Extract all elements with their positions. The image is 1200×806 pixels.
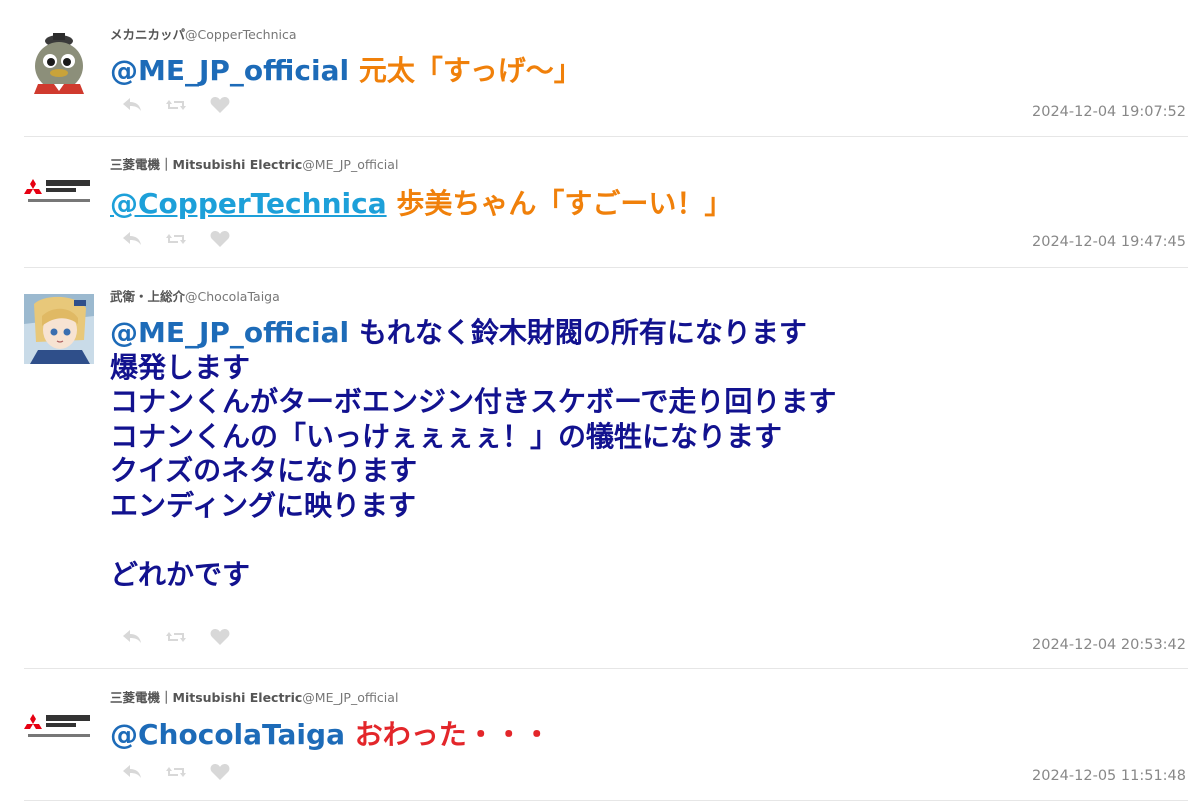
retweet-icon[interactable]: [164, 628, 188, 646]
tweet-line: コナンくんの「いっけぇぇぇぇ！」の犠牲になります: [110, 419, 783, 453]
tweet-line: コナンくんがターボエンジン付きスケボーで走り回ります: [110, 385, 837, 418]
heart-icon[interactable]: [208, 230, 232, 248]
display-name: 三菱電機｜Mitsubishi Electric: [110, 157, 303, 172]
tweet-body: おわった・・・: [344, 718, 551, 751]
reply-icon[interactable]: [120, 96, 144, 114]
reply-icon[interactable]: [120, 230, 144, 248]
tweet: メカニカッパ@CopperTechnica @ME_JP_official 元太…: [24, 0, 1188, 137]
display-name: 三菱電機｜Mitsubishi Electric: [110, 690, 303, 705]
timestamp[interactable]: 2024-12-04 19:47:45: [1032, 234, 1186, 250]
mention-link[interactable]: @ME_JP_official: [110, 316, 349, 349]
timestamp[interactable]: 2024-12-04 20:53:42: [1032, 637, 1186, 653]
tweet-line: エンディングに映ります: [110, 488, 417, 522]
retweet-icon[interactable]: [164, 96, 188, 114]
tweet-line: クイズのネタになります: [110, 454, 418, 487]
reply-icon[interactable]: [120, 628, 144, 646]
tweet-body: 元太「すっげ〜」: [349, 54, 582, 87]
tweet-text: @ChocolaTaiga おわった・・・: [110, 718, 551, 753]
avatar-mitsubishi-logo[interactable]: [24, 177, 94, 209]
avatar-mitsubishi-logo[interactable]: [24, 712, 94, 744]
screen-name: @ME_JP_official: [302, 690, 399, 705]
tweet-actions: [120, 96, 232, 114]
tweet: 武衛・上総介@ChocolaTaiga @ME_JP_official もれなく…: [24, 268, 1188, 669]
reply-icon[interactable]: [120, 763, 144, 781]
timestamp[interactable]: 2024-12-05 11:51:48: [1032, 768, 1186, 784]
screen-name: @CopperTechnica: [185, 27, 297, 42]
screen-name: @ME_JP_official: [302, 157, 399, 172]
retweet-icon[interactable]: [164, 763, 188, 781]
tweet-actions: [120, 230, 232, 248]
mention-link[interactable]: @CopperTechnica: [110, 187, 387, 220]
tweet-author[interactable]: 三菱電機｜Mitsubishi Electric@ME_JP_official: [110, 687, 398, 706]
tweet-text: @ME_JP_official 元太「すっげ〜」: [110, 54, 582, 89]
tweet-author[interactable]: 武衛・上総介@ChocolaTaiga: [110, 286, 280, 305]
tweet-line: [110, 523, 836, 558]
heart-icon[interactable]: [208, 96, 232, 114]
display-name: 武衛・上総介: [110, 289, 186, 304]
heart-icon[interactable]: [208, 628, 232, 646]
mention-link[interactable]: @ME_JP_official: [110, 54, 349, 87]
tweet-text: @ME_JP_official もれなく鈴木財閥の所有になります 爆発します コ…: [110, 316, 836, 592]
tweet-line: @ME_JP_official もれなく鈴木財閥の所有になります: [110, 316, 836, 351]
tweet-text: @CopperTechnica 歩美ちゃん「すごーい！」: [110, 187, 732, 222]
tweet: 三菱電機｜Mitsubishi Electric@ME_JP_official …: [24, 669, 1188, 801]
heart-icon[interactable]: [208, 763, 232, 781]
mention-link[interactable]: @ChocolaTaiga: [110, 718, 345, 751]
tweet-line: 爆発します: [110, 350, 251, 384]
tweet-author[interactable]: メカニカッパ@CopperTechnica: [110, 24, 297, 43]
avatar-anime-character[interactable]: [24, 294, 94, 364]
tweet: 三菱電機｜Mitsubishi Electric@ME_JP_official …: [24, 137, 1188, 268]
retweet-icon[interactable]: [164, 230, 188, 248]
tweet-body: 歩美ちゃん「すごーい！」: [386, 187, 733, 220]
timestamp[interactable]: 2024-12-04 19:07:52: [1032, 104, 1186, 120]
avatar-kappa[interactable]: [24, 28, 94, 98]
tweet-author[interactable]: 三菱電機｜Mitsubishi Electric@ME_JP_official: [110, 154, 398, 173]
display-name: メカニカッパ: [110, 27, 186, 42]
tweet-actions: [120, 763, 232, 781]
tweet-actions: [120, 628, 232, 646]
tweet-body: もれなく鈴木財閥の所有になります: [349, 316, 807, 349]
tweet-line: どれかです: [110, 557, 251, 591]
screen-name: @ChocolaTaiga: [185, 289, 280, 304]
